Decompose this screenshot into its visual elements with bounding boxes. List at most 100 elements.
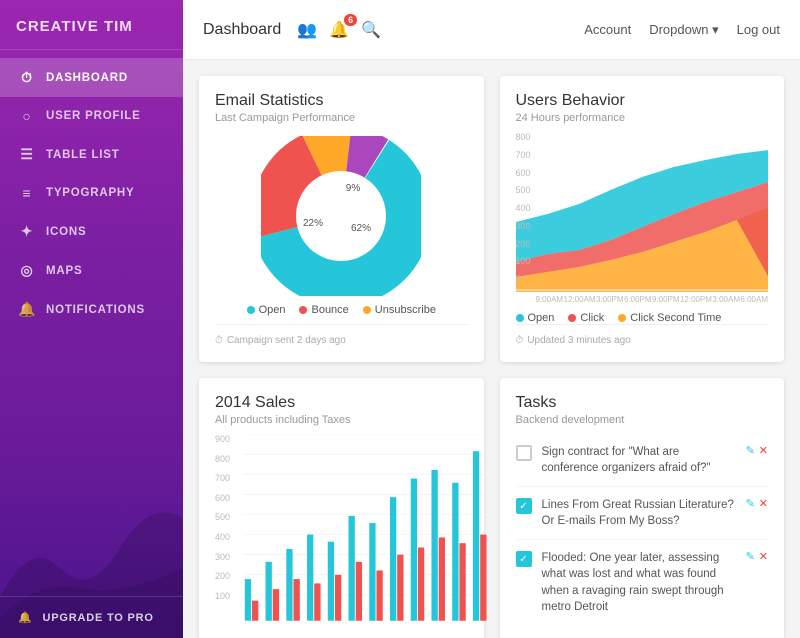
main-content: Dashboard 👥 🔔 6 🔍 Account Dropdown ▾ Log… [183,0,800,638]
nav-label-notifications: NOTIFICATIONS [46,304,145,316]
pie-legend: Open Bounce Unsubscribe [247,304,436,316]
legend-open-area: Open [516,312,555,324]
account-link[interactable]: Account [584,22,631,37]
email-stats-footer: ⏱ Campaign sent 2 days ago [215,324,468,346]
sidebar-item-icons[interactable]: ✦ ICONS [0,212,183,251]
x-label-3pm: 3:00PM [596,295,624,304]
logo-line1: CREATIVE [16,18,99,35]
nav-label-icons: ICONS [46,226,86,238]
nav-icon-table-list: ☰ [18,146,36,163]
users-behavior-footer-text: Updated 3 minutes ago [527,335,630,346]
sidebar-nav: ⏱DASHBOARD ○ USER PROFILE ☰ TABLE LIST ≡ TYPOG… [0,50,183,596]
svg-text:22%: 22% [303,218,323,229]
logout-link[interactable]: Log out [737,22,780,37]
x-label-12pm: 12:00PM [680,295,712,304]
task-1-text: Sign contract for "What are conference o… [542,444,736,476]
task-item-1: Sign contract for "What are conference o… [516,434,769,487]
area-chart: 0 100 200 300 400 500 600 700 800 9:00AM… [516,132,769,304]
users-behavior-title: Users Behavior [516,92,769,110]
sidebar-item-user-profile[interactable]: ○ USER PROFILE [0,97,183,135]
dashboard-content: Email Statistics Last Campaign Performan… [183,60,800,638]
notification-badge: 6 [344,14,357,26]
bar-y-800: 900 [215,434,243,444]
bar-y-300: 400 [215,532,243,542]
nav-icon-notifications: 🔔 [18,301,36,318]
topbar-right-nav: Account Dropdown ▾ Log out [584,22,780,38]
page-title: Dashboard [203,21,281,39]
search-icon[interactable]: 🔍 [361,20,381,40]
tasks-card: Tasks Backend development Sign contract … [500,378,785,638]
bar-y-400: 500 [215,512,243,522]
nav-icon-icons: ✦ [18,223,36,240]
bar-y-100: 200 [215,571,243,581]
task-3-checkbox[interactable]: ✓ [516,551,532,567]
upgrade-label: UPGRADE TO PRO [43,612,154,624]
users-behavior-footer: ⏱ Updated 3 minutes ago [516,324,769,346]
pie-chart: 9% 22% 62% [261,136,421,296]
sidebar-item-notifications[interactable]: 🔔 NOTIFICATIONS [0,290,183,329]
svg-text:9%: 9% [346,183,361,194]
task-1-delete[interactable]: ✕ [759,444,768,457]
email-stats-footer-text: Campaign sent 2 days ago [227,335,346,346]
task-2-delete[interactable]: ✕ [759,497,768,510]
bar-y-700: 800 [215,454,243,464]
bar-y-600: 700 [215,473,243,483]
nav-icon-typography: ≡ [18,185,36,201]
sidebar-item-table-list[interactable]: ☰ TABLE LIST [0,135,183,174]
task-3-actions: ✎ ✕ [746,550,768,563]
sidebar-item-typography[interactable]: ≡ TYPOGRAPHY [0,174,183,212]
sales-2014-card: 2014 Sales All products including Taxes … [199,378,484,638]
task-item-2: ✓ Lines From Great Russian Literature? O… [516,487,769,540]
x-label-12am: 12:00AM [564,295,596,304]
nav-icon-dashboard: ⏱ [18,69,36,86]
upgrade-icon: 🔔 [18,611,33,624]
bar-chart: 100 200 300 400 500 600 700 800 900 [215,434,468,621]
nav-label-table-list: TABLE LIST [46,149,120,161]
task-2-checkbox[interactable]: ✓ [516,498,532,514]
users-behavior-subtitle: 24 Hours performance [516,112,769,124]
task-list: Sign contract for "What are conference o… [516,434,769,625]
area-chart-legend: Open Click Click Second Time [516,312,769,324]
task-3-edit[interactable]: ✎ [746,550,755,563]
nav-label-user-profile: USER PROFILE [46,110,141,122]
sidebar-logo: CREATIVE TIM [0,0,183,50]
users-behavior-card: Users Behavior 24 Hours performance 0 10… [500,76,785,362]
nav-icon-maps: ◎ [18,262,36,279]
legend-click2-area: Click Second Time [618,312,721,324]
nav-label-typography: TYPOGRAPHY [46,187,135,199]
people-icon[interactable]: 👥 [297,20,317,40]
nav-icon-user-profile: ○ [18,108,36,124]
task-1-checkbox[interactable] [516,445,532,461]
tasks-title: Tasks [516,394,769,412]
email-stats-card: Email Statistics Last Campaign Performan… [199,76,484,362]
topbar: Dashboard 👥 🔔 6 🔍 Account Dropdown ▾ Log… [183,0,800,60]
nav-label-maps: MAPS [46,265,82,277]
notifications-bell[interactable]: 🔔 6 [329,20,349,40]
x-label-9am: 9:00AM [536,295,564,304]
sales-title: 2014 Sales [215,394,468,412]
footer-clock-icon: ⏱ [215,335,223,346]
x-label-6pm: 6:00PM [624,295,652,304]
sidebar-upgrade-button[interactable]: 🔔 UPGRADE TO PRO [0,596,183,638]
task-3-delete[interactable]: ✕ [759,550,768,563]
x-label-9pm: 9:00PM [652,295,680,304]
legend-click-area: Click [568,312,604,324]
bar-y-500: 600 [215,493,243,503]
sidebar-item-maps[interactable]: ◎ MAPS [0,251,183,290]
sidebar-item-dashboard[interactable]: ⏱DASHBOARD [0,58,183,97]
task-1-edit[interactable]: ✎ [746,444,755,457]
task-2-actions: ✎ ✕ [746,497,768,510]
dropdown-link[interactable]: Dropdown ▾ [649,22,718,38]
email-stats-title: Email Statistics [215,92,468,110]
email-stats-subtitle: Last Campaign Performance [215,112,468,124]
area-chart-svg [516,132,769,292]
x-label-3am: 3:00AM [712,295,740,304]
legend-bounce: Bounce [299,304,348,316]
sales-subtitle: All products including Taxes [215,414,468,426]
task-2-edit[interactable]: ✎ [746,497,755,510]
task-2-text: Lines From Great Russian Literature? Or … [542,497,736,529]
tasks-subtitle: Backend development [516,414,769,426]
x-label-6am: 6:00AM [740,295,768,304]
pie-chart-container: 9% 22% 62% Open Bounce Unsubscribe [215,124,468,324]
svg-text:62%: 62% [351,223,371,234]
